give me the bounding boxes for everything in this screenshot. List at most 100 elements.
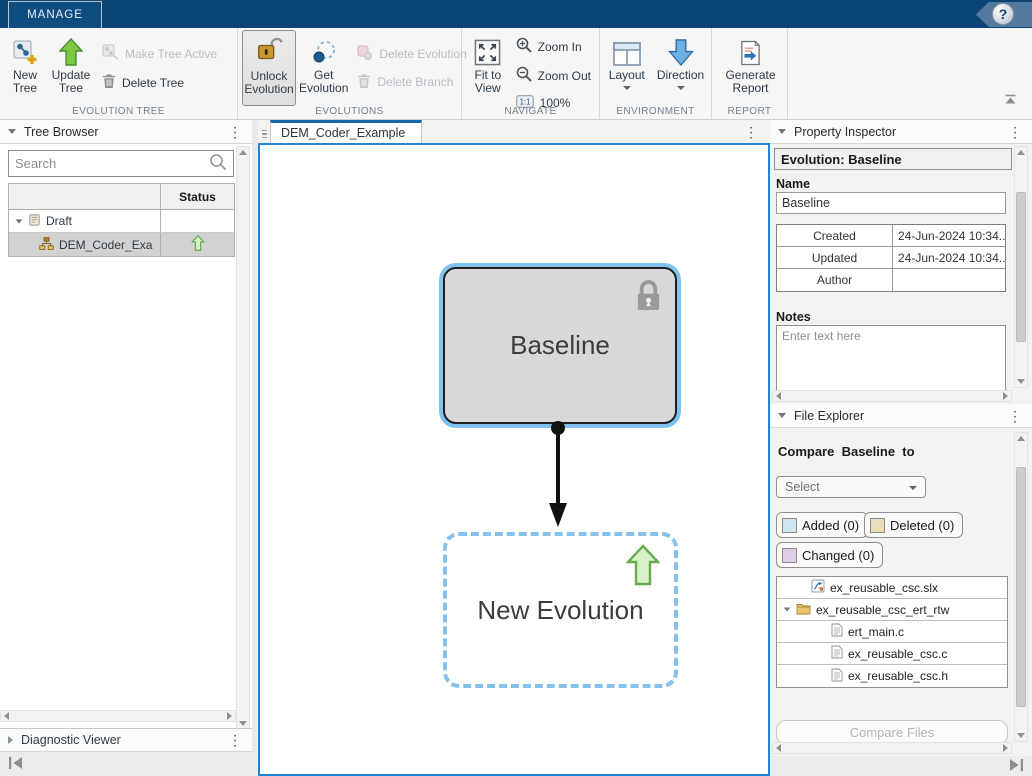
fit-to-view-button[interactable]: Fit to View (466, 30, 510, 106)
ribbon-group-environment: Layout Direction ENVIRONMENT (600, 28, 712, 120)
evolution-edge[interactable] (556, 433, 560, 505)
diagnostic-viewer-header[interactable]: Diagnostic Viewer ⋮ (0, 728, 252, 752)
delete-tree-button[interactable]: Delete Tree (102, 73, 217, 92)
draft-folder-icon (28, 213, 41, 230)
zoom-in-button[interactable]: Zoom In (516, 37, 591, 56)
file-row-c[interactable]: ex_reusable_csc.c (777, 643, 1007, 665)
delete-branch-label: Delete Branch (377, 75, 453, 89)
direction-dropdown-button[interactable]: Direction (654, 30, 707, 106)
make-tree-active-label: Make Tree Active (125, 47, 217, 61)
dock-left-icon[interactable] (8, 756, 24, 773)
added-filter-chip[interactable]: Added (0) (776, 512, 868, 538)
source-file-icon (831, 645, 843, 662)
search-input[interactable] (15, 156, 209, 171)
titlebar: MANAGE ? (0, 0, 1032, 28)
search-icon (209, 153, 227, 174)
ribbon-spacer (788, 28, 1032, 120)
file-row-slx[interactable]: ex_reusable_csc.slx (777, 577, 1007, 599)
tree-browser-vscrollbar[interactable] (236, 146, 250, 730)
ribbon-group-evolution-tree: New Tree Update Tree Make Tree Active (0, 28, 238, 120)
table-row: Created 24-Jun-2024 10:34... (777, 225, 1005, 247)
tree-browser-menu-icon[interactable]: ⋮ (226, 125, 244, 139)
updated-value: 24-Jun-2024 10:34... (893, 247, 1005, 268)
table-row: Author (777, 269, 1005, 291)
update-tree-button[interactable]: Update Tree (46, 30, 96, 106)
evolution-tree-icon (39, 237, 54, 253)
tree-row-label: Draft (46, 214, 72, 228)
tree-browser-panel: Tree Browser ⋮ Status Draft (0, 120, 252, 776)
collapse-triangle-icon[interactable] (8, 129, 16, 134)
new-tree-button[interactable]: New Tree (4, 30, 46, 106)
diagnostic-viewer-menu-icon[interactable]: ⋮ (226, 733, 244, 747)
zoom-out-icon (516, 66, 532, 85)
property-inspector-hscrollbar[interactable] (772, 390, 1012, 402)
delete-evolution-button[interactable]: Delete Evolution (357, 45, 466, 63)
unlock-evolution-button[interactable]: Unlock Evolution (242, 30, 296, 106)
canvas-tab-menu-icon[interactable]: ⋮ (742, 125, 760, 139)
author-value (893, 269, 1005, 291)
collapse-triangle-icon[interactable] (778, 413, 786, 418)
property-inspector-title: Property Inspector (794, 125, 998, 139)
file-list: ex_reusable_csc.slx ex_reusable_csc_ert_… (776, 576, 1008, 688)
unlock-icon (255, 37, 283, 67)
tab-grip-icon[interactable] (258, 125, 270, 143)
group-label-evolutions: EVOLUTIONS (238, 106, 461, 117)
tree-browser-header: Tree Browser ⋮ (0, 120, 252, 144)
tree-browser-hscrollbar[interactable] (0, 710, 236, 722)
expand-triangle-icon[interactable] (8, 736, 13, 744)
changed-chip-label: Changed (0) (802, 548, 874, 563)
tab-manage[interactable]: MANAGE (8, 1, 102, 28)
make-tree-active-button[interactable]: Make Tree Active (102, 44, 217, 63)
delete-evolution-label: Delete Evolution (379, 47, 466, 61)
make-tree-active-icon (102, 44, 119, 63)
expand-triangle-icon[interactable] (784, 608, 790, 612)
changed-filter-chip[interactable]: Changed (0) (776, 542, 883, 568)
table-row: Updated 24-Jun-2024 10:34... (777, 247, 1005, 269)
file-row-folder[interactable]: ex_reusable_csc_ert_rtw (777, 599, 1007, 621)
search-box (8, 150, 234, 177)
created-key: Created (777, 225, 893, 246)
fit-to-view-label: Fit to View (469, 69, 507, 96)
file-explorer-hscrollbar[interactable] (772, 742, 1012, 754)
lock-icon (634, 279, 663, 321)
update-tree-icon (59, 36, 83, 66)
notes-field[interactable] (776, 325, 1006, 391)
delete-branch-button[interactable]: Delete Branch (357, 73, 466, 92)
generate-report-button[interactable]: Generate Report (720, 30, 782, 106)
file-name: ex_reusable_csc.c (848, 647, 947, 661)
zoom-out-button[interactable]: Zoom Out (516, 66, 591, 85)
deleted-filter-chip[interactable]: Deleted (0) (864, 512, 963, 538)
get-evolution-button[interactable]: Get Evolution (296, 30, 351, 106)
file-name: ex_reusable_csc.h (848, 669, 948, 683)
file-explorer-menu-icon[interactable]: ⋮ (1006, 409, 1024, 423)
source-file-icon (831, 668, 843, 685)
dock-right-icon[interactable] (1008, 758, 1024, 775)
property-inspector-menu-icon[interactable]: ⋮ (1006, 125, 1024, 139)
file-explorer-vscrollbar[interactable] (1014, 432, 1028, 742)
compare-target-select[interactable]: Select (776, 476, 926, 498)
expand-triangle-icon[interactable] (16, 219, 23, 223)
evolution-section-header: Evolution: Baseline (774, 148, 1012, 170)
tree-row-dem-coder[interactable]: DEM_Coder_Exa (9, 233, 234, 256)
left-bottom-strip (0, 752, 252, 776)
tree-row-draft[interactable]: Draft (9, 210, 234, 233)
tab-dem-coder-example[interactable]: DEM_Coder_Example (270, 120, 422, 143)
file-row-c[interactable]: ert_main.c (777, 621, 1007, 643)
name-field[interactable] (776, 192, 1006, 214)
evolution-canvas[interactable]: Baseline New Evolution (258, 143, 770, 776)
new-evolution-node[interactable]: New Evolution (443, 532, 678, 688)
help-button[interactable]: ? (992, 3, 1014, 25)
layout-dropdown-button[interactable]: Layout (606, 30, 648, 106)
folder-icon (796, 602, 811, 618)
new-tree-label: New Tree (7, 69, 43, 96)
file-name: ert_main.c (848, 625, 904, 639)
source-file-icon (831, 623, 843, 640)
delete-tree-label: Delete Tree (122, 76, 184, 90)
collapse-triangle-icon[interactable] (778, 129, 786, 134)
created-value: 24-Jun-2024 10:34... (893, 225, 1005, 246)
baseline-node[interactable]: Baseline (443, 267, 677, 424)
collapse-ribbon-button[interactable] (1003, 94, 1018, 108)
new-evolution-node-label: New Evolution (477, 595, 643, 626)
property-inspector-vscrollbar[interactable] (1014, 146, 1028, 388)
file-row-h[interactable]: ex_reusable_csc.h (777, 665, 1007, 687)
